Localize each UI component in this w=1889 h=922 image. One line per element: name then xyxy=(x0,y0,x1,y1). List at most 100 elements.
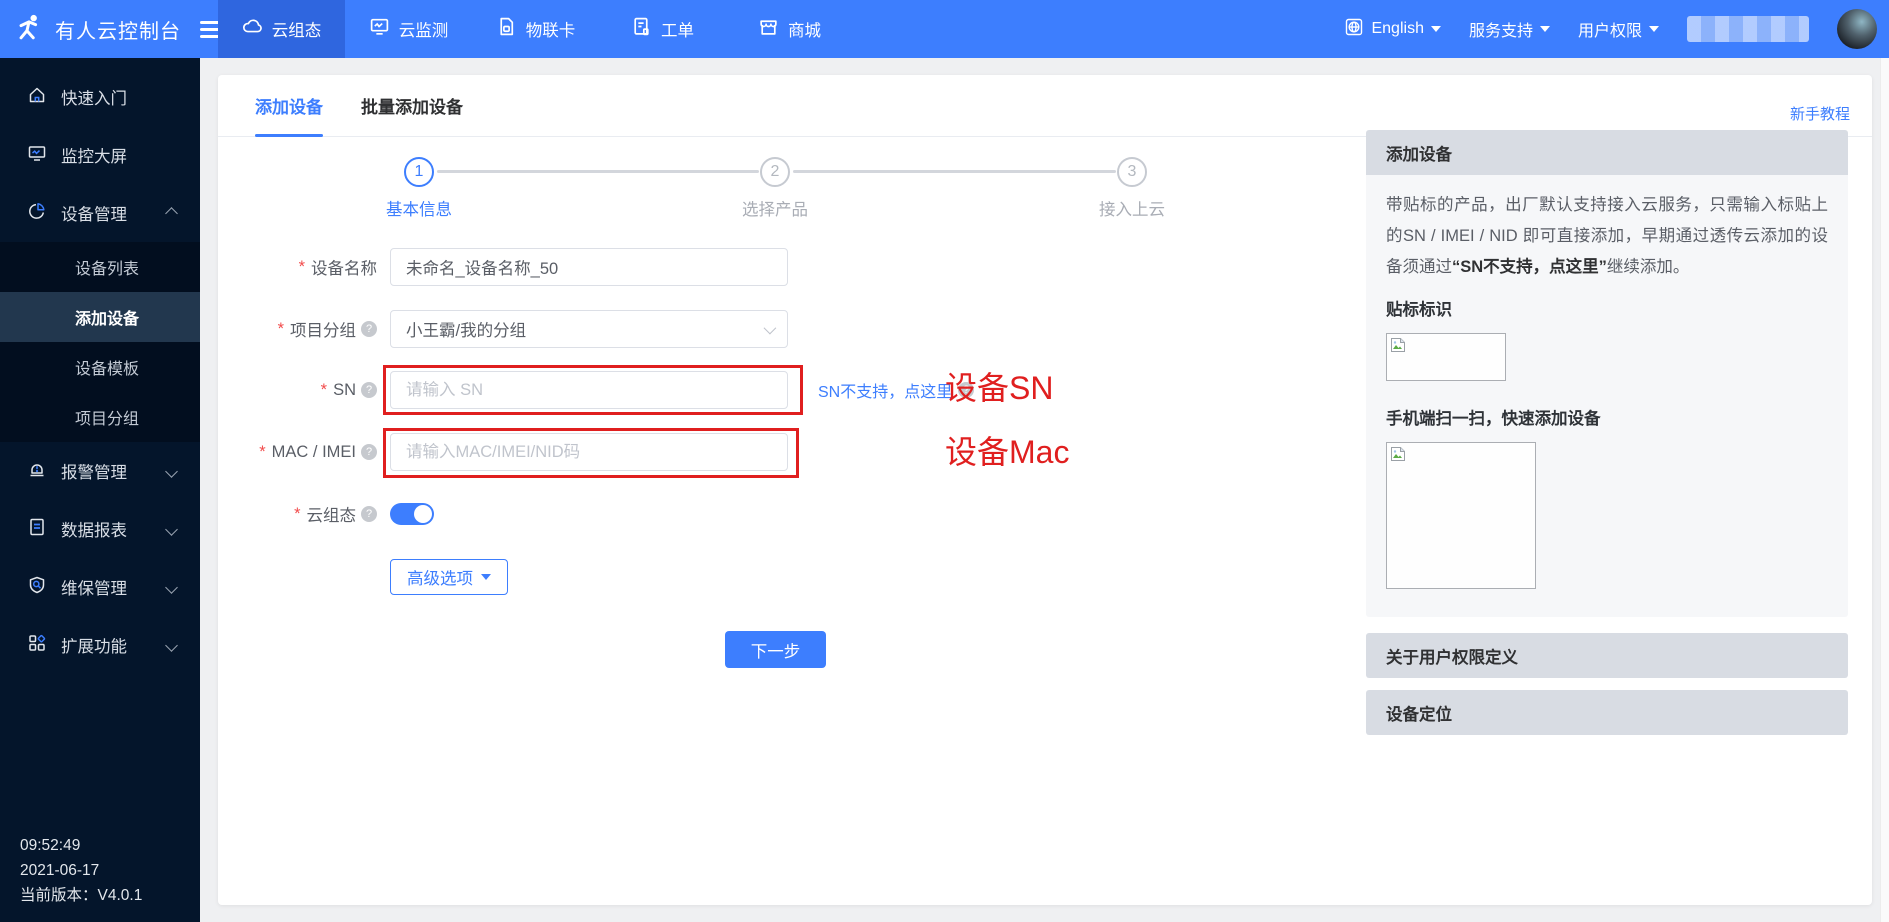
navbar-right-cluster: English 服务支持 用户权限 xyxy=(1344,0,1877,58)
top-navbar: 有人云控制台 云组态 云监测 物联卡 xyxy=(0,0,1889,58)
language-dropdown[interactable]: English xyxy=(1344,17,1440,42)
chevron-down-icon xyxy=(165,523,178,536)
report-icon xyxy=(27,517,47,542)
help-icon[interactable]: ? xyxy=(361,444,377,460)
help-panel-body: 带贴标的产品，出厂默认支持接入云服务，只需输入标贴上的SN / IMEI / N… xyxy=(1366,175,1848,617)
user-permission-dropdown[interactable]: 用户权限 xyxy=(1578,17,1659,41)
version-label: 当前版本：V4.0.1 xyxy=(20,883,142,908)
sidebar-item-maintenance[interactable]: 维保管理 xyxy=(0,558,200,616)
sidebar: 快速入门 监控大屏 设备管理 设 xyxy=(0,58,200,922)
permission-panel-header[interactable]: 关于用户权限定义 xyxy=(1366,633,1848,678)
sim-card-icon xyxy=(496,16,517,42)
chevron-down-icon xyxy=(165,465,178,478)
sticker-image-placeholder xyxy=(1386,333,1506,381)
advanced-options-row: 高级选项 xyxy=(218,558,508,596)
location-panel-header[interactable]: 设备定位 xyxy=(1366,690,1848,735)
tab-add-device[interactable]: 添加设备 xyxy=(255,75,323,137)
advanced-options-button[interactable]: 高级选项 xyxy=(390,559,508,595)
sidebar-item-quick-start[interactable]: 快速入门 xyxy=(0,68,200,126)
chevron-down-icon xyxy=(165,639,178,652)
add-device-card: 添加设备 批量添加设备 新手教程 1 基本信息 2 选择产品 3 接入上云 xyxy=(218,75,1872,905)
sidebar-item-data-report[interactable]: 数据报表 xyxy=(0,500,200,558)
card-tab-bar: 添加设备 批量添加设备 xyxy=(218,75,1872,137)
nav-tab-store[interactable]: 商城 xyxy=(726,0,853,58)
step-select-product: 2 选择产品 xyxy=(705,157,845,220)
home-icon xyxy=(27,85,47,110)
cloud-icon xyxy=(242,16,263,42)
broken-image-icon xyxy=(1390,446,1406,462)
nav-tab-iot-sim[interactable]: 物联卡 xyxy=(472,0,599,58)
step-number: 3 xyxy=(1117,157,1147,187)
step-number: 1 xyxy=(404,157,434,187)
project-group-select[interactable]: 小王霸/我的分组 xyxy=(390,310,788,348)
chevron-up-icon xyxy=(165,207,178,220)
step-basic-info: 1 基本信息 xyxy=(349,157,489,220)
monitor-icon xyxy=(369,16,390,42)
shield-wrench-icon xyxy=(27,575,47,600)
sn-row: * SN ? SN不支持，点这里 ? xyxy=(218,371,974,409)
clock-time: 09:52:49 xyxy=(20,833,142,858)
sidebar-item-extensions[interactable]: 扩展功能 xyxy=(0,616,200,674)
sn-input[interactable] xyxy=(390,371,788,409)
next-step-button[interactable]: 下一步 xyxy=(725,631,826,668)
device-name-label: * 设备名称 xyxy=(218,255,390,279)
work-order-icon xyxy=(631,16,652,42)
sidebar-item-monitor-screen[interactable]: 监控大屏 xyxy=(0,126,200,184)
big-screen-icon xyxy=(27,143,47,168)
sidebar-item-alarm-management[interactable]: 报警管理 xyxy=(0,442,200,500)
project-group-row: * 项目分组 ? 小王霸/我的分组 xyxy=(218,310,788,348)
tutorial-link[interactable]: 新手教程 xyxy=(1790,103,1850,124)
chevron-down-icon xyxy=(165,581,178,594)
sidebar-item-project-group[interactable]: 项目分组 xyxy=(0,392,200,442)
clock-date: 2021-06-17 xyxy=(20,858,142,883)
alarm-icon xyxy=(27,459,47,484)
help-icon[interactable]: ? xyxy=(361,321,377,337)
sidebar-item-device-list[interactable]: 设备列表 xyxy=(0,242,200,292)
sidebar-item-device-management[interactable]: 设备管理 xyxy=(0,184,200,242)
nav-tab-cloud-monitor[interactable]: 云监测 xyxy=(345,0,472,58)
main-area: 添加设备 批量添加设备 新手教程 1 基本信息 2 选择产品 3 接入上云 xyxy=(200,58,1889,922)
sidebar-item-add-device[interactable]: 添加设备 xyxy=(0,292,200,342)
chevron-down-icon xyxy=(1649,26,1659,32)
nav-tab-work-order[interactable]: 工单 xyxy=(599,0,726,58)
chevron-down-icon xyxy=(1540,26,1550,32)
chevron-down-icon xyxy=(1431,26,1441,32)
cloud-config-row: * 云组态 ? xyxy=(218,503,434,525)
mac-label: * MAC / IMEI ? xyxy=(218,443,390,462)
store-icon xyxy=(758,16,779,42)
app-grid-icon xyxy=(27,633,47,658)
chevron-down-icon xyxy=(481,574,491,580)
pie-chart-icon xyxy=(27,201,47,226)
qr-image-placeholder xyxy=(1386,442,1536,589)
device-name-input[interactable] xyxy=(390,248,788,286)
app-title: 有人云控制台 xyxy=(55,15,181,44)
service-support-dropdown[interactable]: 服务支持 xyxy=(1469,17,1550,41)
mac-input[interactable] xyxy=(390,433,788,471)
help-icon[interactable]: ? xyxy=(361,382,377,398)
avatar[interactable] xyxy=(1837,9,1877,49)
sticker-title: 贴标标识 xyxy=(1386,296,1828,320)
mac-row: * MAC / IMEI ? xyxy=(218,433,788,471)
help-aside: 添加设备 带贴标的产品，出厂默认支持接入云服务，只需输入标贴上的SN / IME… xyxy=(1366,130,1848,735)
cloud-config-label: * 云组态 ? xyxy=(218,502,390,526)
nav-tab-cloud-scada[interactable]: 云组态 xyxy=(218,0,345,58)
globe-icon xyxy=(1344,17,1364,42)
step-number: 2 xyxy=(760,157,790,187)
project-group-label: * 项目分组 ? xyxy=(218,317,390,341)
help-paragraph: 带贴标的产品，出厂默认支持接入云服务，只需输入标贴上的SN / IMEI / N… xyxy=(1386,190,1828,283)
broken-image-icon xyxy=(1390,337,1406,353)
primary-nav: 云组态 云监测 物联卡 工单 xyxy=(218,0,853,58)
brand: 有人云控制台 xyxy=(14,0,222,58)
scrollbar[interactable] xyxy=(1880,58,1889,922)
sidebar-item-device-template[interactable]: 设备模板 xyxy=(0,342,200,392)
mac-annotation: 设备Mac xyxy=(945,427,1069,473)
sn-annotation: 设备SN xyxy=(945,363,1053,409)
sn-label: * SN ? xyxy=(218,381,390,400)
redacted-username xyxy=(1687,16,1809,42)
chevron-down-icon xyxy=(764,321,777,334)
usr-logo-icon xyxy=(14,12,44,47)
cloud-config-toggle[interactable] xyxy=(390,503,434,525)
help-icon[interactable]: ? xyxy=(361,506,377,522)
tab-batch-add-device[interactable]: 批量添加设备 xyxy=(361,75,463,137)
sidebar-footer: 09:52:49 2021-06-17 当前版本：V4.0.1 xyxy=(20,833,142,908)
